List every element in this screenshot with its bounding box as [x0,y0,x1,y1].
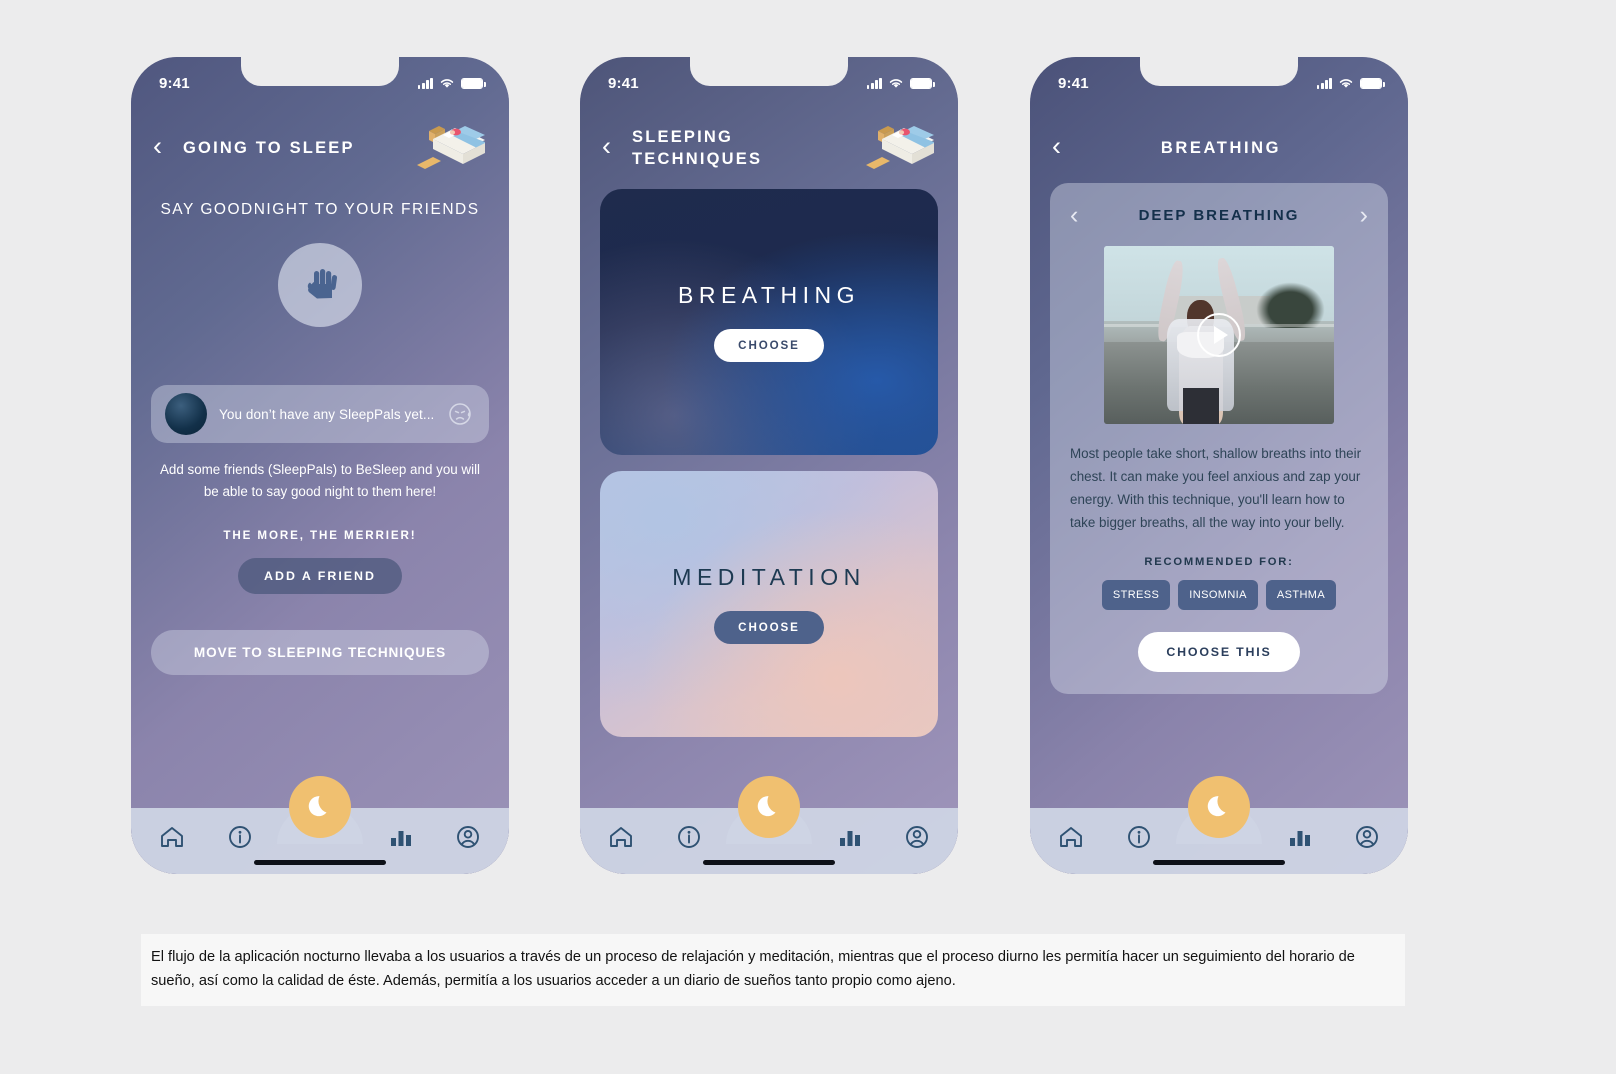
signal-icon [866,77,882,89]
phone-mockup-deep-breathing: 9:41 ‹ BREATHING ‹ DEEP BREATHING › Most… [1030,57,1408,874]
wifi-icon [889,79,903,88]
tag-insomnia[interactable]: INSOMNIA [1178,580,1258,611]
screen-sleeping-techniques: 9:41 ‹ SLEEPING TECHNIQUES BREATHING CHO… [580,57,958,874]
profile-icon[interactable] [1352,822,1382,852]
moon-icon [308,796,327,817]
technique-card-breathing[interactable]: BREATHING CHOOSE [600,189,938,455]
battery-icon [461,77,486,89]
merrier-text: THE MORE, THE MERRIER! [223,528,417,542]
screen1-subtitle: SAY GOODNIGHT TO YOUR FRIENDS [160,201,480,218]
battery-icon [910,77,935,89]
profile-icon[interactable] [902,822,932,852]
page-title: SLEEPING TECHNIQUES [632,127,763,168]
recommended-for-label: RECOMMENDED FOR: [1144,556,1294,569]
move-to-sleeping-techniques-button[interactable]: MOVE TO SLEEPING TECHNIQUES [151,629,489,675]
profile-icon[interactable] [453,822,483,852]
bottom-nav-wrap [131,776,509,874]
technique-detail-card: ‹ DEEP BREATHING › Most people take shor… [1050,183,1388,695]
tag-asthma[interactable]: ASTHMA [1265,580,1337,611]
page-title: GOING TO SLEEP [183,138,355,157]
home-indicator [254,860,386,865]
moon-icon [1207,796,1226,817]
recommended-tags: STRESS INSOMNIA ASTHMA [1101,580,1337,611]
app-header: ‹ SLEEPING TECHNIQUES [580,103,958,177]
caption-panel: El flujo de la aplicación nocturno lleva… [141,934,1405,1006]
screenshot-stage: 9:41 ‹ GOING TO SLEEP SAY GOODNIGHT TO Y… [0,0,1616,1074]
phone-mockup-sleeping-techniques: 9:41 ‹ SLEEPING TECHNIQUES BREATHING CHO… [580,57,958,874]
info-icon[interactable] [674,822,704,852]
phone-mockup-going-to-sleep: 9:41 ‹ GOING TO SLEEP SAY GOODNIGHT TO Y… [131,57,509,874]
choose-this-button[interactable]: CHOOSE THIS [1138,632,1300,673]
status-clock: 9:41 [159,74,190,92]
device-notch [690,57,848,86]
device-notch [1140,57,1298,86]
back-chevron-icon[interactable]: ‹ [153,132,179,160]
battery-icon [1360,77,1385,89]
bar-chart-icon[interactable] [386,822,416,852]
home-icon[interactable] [157,822,187,852]
signal-icon [417,77,433,89]
back-chevron-icon[interactable]: ‹ [602,132,628,160]
video-tree [1255,281,1325,328]
avatar [165,393,207,435]
sleeppals-card[interactable]: You don’t have any SleepPals yet... [151,385,489,443]
screen-breathing-detail: 9:41 ‹ BREATHING ‹ DEEP BREATHING › Most… [1030,57,1408,874]
technique-description: Most people take short, shallow breaths … [1070,446,1362,531]
choose-meditation-button[interactable]: CHOOSE [714,611,824,644]
app-header: ‹ GOING TO SLEEP [131,103,509,177]
sad-face-with-tear-icon [449,403,471,425]
status-icons [417,77,486,89]
video-person-pants [1182,387,1219,424]
status-clock: 9:41 [1058,74,1089,92]
techniques-list: BREATHING CHOOSE MEDITATION CHOOSE [580,189,958,737]
moon-fab-button[interactable] [1188,776,1250,838]
moon-icon [757,796,776,817]
tag-stress[interactable]: STRESS [1101,580,1171,611]
screen-going-to-sleep: 9:41 ‹ GOING TO SLEEP SAY GOODNIGHT TO Y… [131,57,509,874]
home-icon[interactable] [1056,822,1086,852]
moon-fab-button[interactable] [738,776,800,838]
add-friend-button[interactable]: ADD A FRIEND [238,557,402,594]
technique-card-meditation[interactable]: MEDITATION CHOOSE [600,471,938,737]
waving-hand-button[interactable] [278,243,362,327]
home-indicator [703,860,835,865]
play-button-icon[interactable] [1197,313,1241,357]
info-icon[interactable] [1124,822,1154,852]
home-icon[interactable] [606,822,636,852]
status-clock: 9:41 [608,74,639,92]
technique-title: MEDITATION [672,564,866,590]
device-notch [241,57,399,86]
bed-illustration-icon [417,126,485,169]
carousel-prev-icon[interactable]: ‹ [1066,203,1082,228]
page-title: BREATHING [1160,138,1282,157]
wifi-icon [1339,79,1353,88]
info-icon[interactable] [225,822,255,852]
caption-text: El flujo de la aplicación nocturno lleva… [151,949,1355,989]
technique-carousel-nav: ‹ DEEP BREATHING › [1066,203,1372,228]
status-icons [866,77,935,89]
bottom-nav-wrap [580,776,958,874]
sleeppals-message: You don’t have any SleepPals yet... [219,406,435,422]
video-thumbnail[interactable] [1104,246,1334,424]
technique-title: BREATHING [678,282,860,308]
signal-icon [1316,77,1332,89]
status-icons [1316,77,1385,89]
carousel-next-icon[interactable]: › [1356,203,1372,228]
bar-chart-icon[interactable] [1285,822,1315,852]
technique-detail-title: DEEP BREATHING [1138,207,1300,224]
bed-illustration-icon [866,126,934,169]
moon-fab-button[interactable] [289,776,351,838]
screen1-body-text: Add some friends (SleepPals) to BeSleep … [159,462,481,499]
waving-hand-icon [307,269,338,299]
wifi-icon [440,79,454,88]
bar-chart-icon[interactable] [835,822,865,852]
bottom-nav-wrap [1030,776,1408,874]
choose-breathing-button[interactable]: CHOOSE [714,329,824,362]
app-header: ‹ BREATHING [1030,103,1408,177]
home-indicator [1153,860,1285,865]
